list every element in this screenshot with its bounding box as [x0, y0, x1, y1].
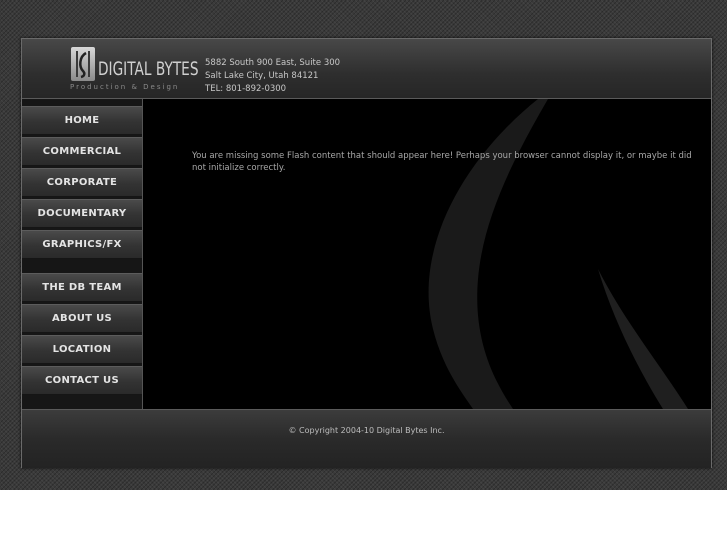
copyright-text: © Copyright 2004-10 Digital Bytes Inc. [288, 426, 445, 435]
nav-item-contact-us[interactable]: CONTACT US [22, 366, 142, 395]
phone-number: TEL: 801-892-0300 [205, 84, 287, 94]
site-frame: DIGITAL BYTES Production & Design 5882 S… [21, 38, 712, 468]
nav-item-graphics-fx[interactable]: GRAPHICS/FX [22, 230, 142, 259]
nav-item-home[interactable]: HOME [22, 106, 142, 135]
nav-item-documentary[interactable]: DOCUMENTARY [22, 199, 142, 228]
logo-mark-icon [71, 47, 95, 81]
background-swoosh-graphic [428, 99, 688, 409]
brand-logo[interactable]: DIGITAL BYTES Production & Design [70, 45, 199, 93]
nav-item-location[interactable]: LOCATION [22, 335, 142, 364]
nav-item-about-us[interactable]: ABOUT US [22, 304, 142, 333]
site-header: DIGITAL BYTES Production & Design 5882 S… [22, 39, 711, 99]
flash-content-area: You are missing some Flash content that … [143, 99, 711, 409]
brand-name: DIGITAL BYTES [98, 58, 199, 80]
contact-address: 5882 South 900 East, Suite 300 Salt Lake… [205, 57, 340, 96]
flash-missing-message: You are missing some Flash content that … [192, 151, 692, 173]
nav-item-commercial[interactable]: COMMERCIAL [22, 137, 142, 166]
brand-tagline: Production & Design [70, 83, 180, 91]
address-line-2: Salt Lake City, Utah 84121 [205, 71, 319, 81]
sidebar-nav: HOME COMMERCIAL CORPORATE DOCUMENTARY GR… [22, 99, 143, 409]
site-footer: © Copyright 2004-10 Digital Bytes Inc. [22, 409, 711, 468]
nav-item-db-team[interactable]: THE DB TEAM [22, 273, 142, 302]
address-line-1: 5882 South 900 East, Suite 300 [205, 58, 341, 68]
nav-item-corporate[interactable]: CORPORATE [22, 168, 142, 197]
